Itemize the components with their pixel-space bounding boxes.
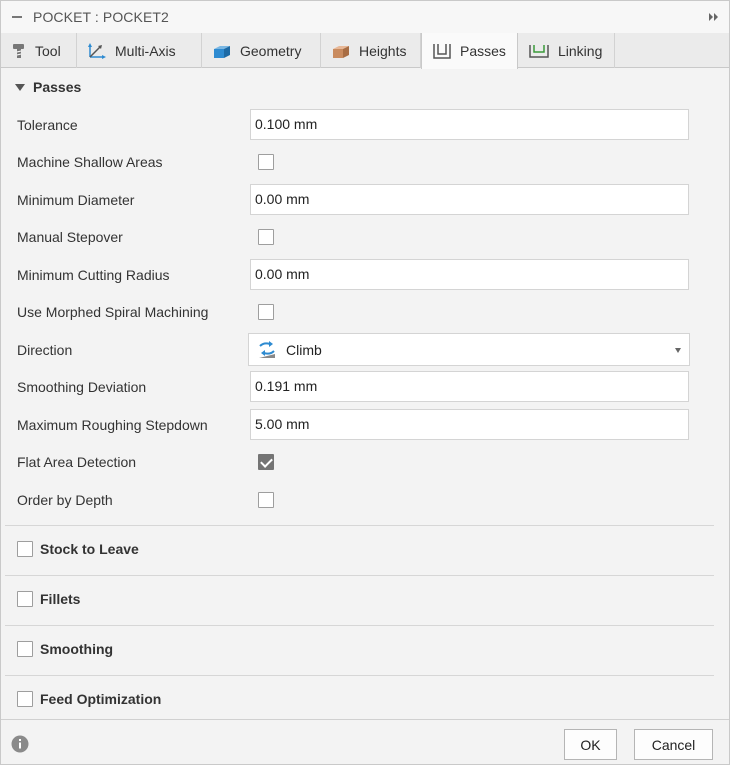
geometry-icon bbox=[214, 45, 230, 58]
smoothing-deviation-label: Smoothing Deviation bbox=[17, 379, 147, 395]
tolerance-input[interactable]: 0.100 mm bbox=[250, 109, 689, 140]
minus-icon bbox=[12, 16, 22, 18]
machine-shallow-areas-row: Machine Shallow Areas bbox=[1, 146, 729, 178]
tab-label: Geometry bbox=[240, 42, 302, 59]
minimum-diameter-row: Minimum Diameter 0.00 mm bbox=[1, 184, 729, 216]
minimum-diameter-input[interactable]: 0.00 mm bbox=[250, 184, 689, 215]
info-icon[interactable] bbox=[11, 735, 29, 753]
use-morphed-spiral-label: Use Morphed Spiral Machining bbox=[17, 304, 209, 320]
tab-label: Passes bbox=[460, 43, 506, 59]
feed-optimization-label: Feed Optimization bbox=[40, 691, 162, 707]
tab-geometry[interactable]: Geometry bbox=[202, 33, 321, 68]
window-title: POCKET : POCKET2 bbox=[33, 9, 169, 25]
tab-label: Linking bbox=[558, 42, 603, 59]
direction-value: Climb bbox=[286, 341, 322, 358]
tab-multi-axis[interactable]: Multi-Axis bbox=[77, 33, 202, 68]
flat-area-detection-checkbox[interactable] bbox=[258, 454, 274, 470]
multi-axis-icon bbox=[88, 42, 106, 59]
passes-panel: Passes Tolerance 0.100 mm Machine Shallo… bbox=[1, 69, 729, 719]
stock-to-leave-label: Stock to Leave bbox=[40, 541, 139, 557]
heights-icon bbox=[333, 45, 349, 58]
order-by-depth-label: Order by Depth bbox=[17, 492, 113, 508]
flat-area-detection-label: Flat Area Detection bbox=[17, 454, 137, 470]
climb-icon bbox=[259, 340, 275, 358]
minimum-cutting-radius-label: Minimum Cutting Radius bbox=[17, 267, 170, 283]
tab-bar: Tool Multi-Axis Geometry Heights Passes … bbox=[1, 33, 729, 69]
max-roughing-stepdown-row: Maximum Roughing Stepdown 5.00 mm bbox=[1, 409, 729, 441]
direction-row: Direction Climb bbox=[1, 333, 729, 366]
order-by-depth-row: Order by Depth bbox=[1, 484, 729, 516]
divider bbox=[5, 675, 714, 676]
cancel-button[interactable]: Cancel bbox=[634, 729, 713, 760]
flat-area-detection-row: Flat Area Detection bbox=[1, 446, 729, 478]
fillets-group[interactable]: Fillets bbox=[17, 591, 80, 607]
manual-stepover-label: Manual Stepover bbox=[17, 229, 123, 245]
divider bbox=[5, 575, 714, 576]
use-morphed-spiral-checkbox[interactable] bbox=[258, 304, 274, 320]
direction-select[interactable]: Climb bbox=[248, 333, 690, 366]
direction-label: Direction bbox=[17, 342, 73, 358]
smoothing-label: Smoothing bbox=[40, 641, 114, 657]
tolerance-row: Tolerance 0.100 mm bbox=[1, 109, 729, 141]
chevron-down-icon bbox=[675, 348, 681, 353]
smoothing-deviation-input[interactable]: 0.191 mm bbox=[250, 371, 689, 402]
passes-icon bbox=[433, 44, 451, 59]
tab-label: Multi-Axis bbox=[115, 42, 176, 59]
machine-shallow-areas-label: Machine Shallow Areas bbox=[17, 154, 163, 170]
tool-icon bbox=[13, 43, 24, 58]
minimum-cutting-radius-input[interactable]: 0.00 mm bbox=[250, 259, 689, 290]
triangle-down-icon bbox=[15, 83, 25, 91]
max-roughing-stepdown-label: Maximum Roughing Stepdown bbox=[17, 417, 208, 433]
tab-tool[interactable]: Tool bbox=[1, 33, 77, 68]
manual-stepover-row: Manual Stepover bbox=[1, 221, 729, 253]
smoothing-deviation-row: Smoothing Deviation 0.191 mm bbox=[1, 371, 729, 403]
divider bbox=[5, 525, 714, 526]
fillets-label: Fillets bbox=[40, 591, 81, 607]
tab-heights[interactable]: Heights bbox=[321, 33, 421, 68]
double-chevron-right-icon[interactable] bbox=[707, 10, 721, 24]
manual-stepover-checkbox[interactable] bbox=[258, 229, 274, 245]
tab-label: Heights bbox=[359, 42, 407, 59]
machine-shallow-areas-checkbox[interactable] bbox=[258, 154, 274, 170]
max-roughing-stepdown-input[interactable]: 5.00 mm bbox=[250, 409, 689, 440]
tab-linking[interactable]: Linking bbox=[518, 33, 615, 68]
minimum-cutting-radius-row: Minimum Cutting Radius 0.00 mm bbox=[1, 259, 729, 291]
stock-to-leave-checkbox[interactable] bbox=[17, 541, 33, 557]
divider bbox=[5, 625, 714, 626]
passes-section-header[interactable]: Passes bbox=[15, 79, 81, 95]
feed-optimization-checkbox[interactable] bbox=[17, 691, 33, 707]
use-morphed-spiral-row: Use Morphed Spiral Machining bbox=[1, 296, 729, 328]
title-bar: POCKET : POCKET2 bbox=[1, 1, 729, 33]
ok-button[interactable]: OK bbox=[564, 729, 617, 760]
smoothing-group[interactable]: Smoothing bbox=[17, 641, 113, 657]
feed-optimization-group[interactable]: Feed Optimization bbox=[17, 691, 161, 707]
fillets-checkbox[interactable] bbox=[17, 591, 33, 607]
tab-passes[interactable]: Passes bbox=[421, 33, 518, 69]
order-by-depth-checkbox[interactable] bbox=[258, 492, 274, 508]
collapse-button[interactable] bbox=[1, 1, 33, 33]
stock-to-leave-group[interactable]: Stock to Leave bbox=[17, 541, 139, 557]
linking-icon bbox=[529, 44, 549, 58]
smoothing-checkbox[interactable] bbox=[17, 641, 33, 657]
tab-label: Tool bbox=[35, 42, 61, 59]
pocket-dialog: POCKET : POCKET2 Tool Multi-Axis Geometr… bbox=[0, 0, 730, 765]
tolerance-label: Tolerance bbox=[17, 117, 78, 133]
section-title: Passes bbox=[33, 79, 82, 95]
minimum-diameter-label: Minimum Diameter bbox=[17, 192, 135, 208]
dialog-footer: OK Cancel bbox=[1, 719, 729, 764]
